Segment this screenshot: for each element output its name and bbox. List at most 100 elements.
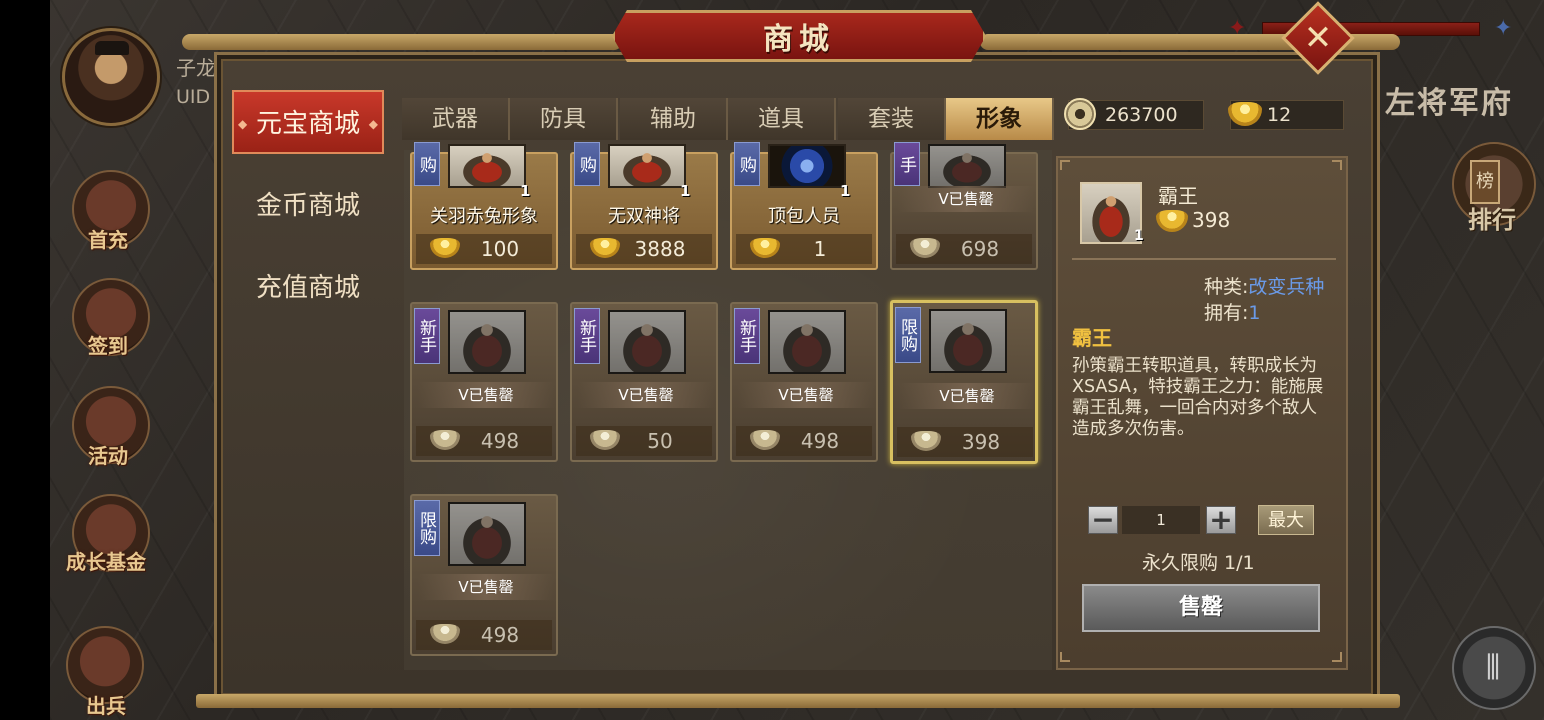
item-portrait [448,310,526,374]
butterfly-blue-icon: ✦ [1494,16,1513,41]
item-price: 398 [897,427,1033,457]
detail-type-row: 种类:改变兵种 [1204,272,1324,299]
detail-title: 霸王 [1072,326,1112,350]
item-price: 498 [416,620,552,650]
quantity-minus-button[interactable]: − [1088,506,1118,534]
store-nav-coin-mall[interactable]: 金币商城 [232,174,384,238]
ingot-icon [750,238,780,258]
item-card[interactable]: 购 1 关羽赤兔形象 100 [410,142,558,270]
item-card[interactable]: 手 V已售罄 698 [890,142,1038,270]
dispatch-label: 出兵 [86,694,126,718]
detail-type-label: 种类: [1204,276,1249,298]
item-card[interactable]: 购 1 顶包人员 1 [730,142,878,270]
ranking-icon: 榜 [1470,160,1500,204]
detail-type-value: 改变兵种 [1248,276,1325,298]
tab-suit[interactable]: 套装 [838,98,946,140]
item-tag: 新手 [734,308,760,364]
item-card[interactable]: 新手 V已售罄 498 [410,302,558,462]
player-avatar[interactable] [62,28,160,126]
panel-bottom-border [196,694,1400,708]
item-tag: 新手 [574,308,600,364]
item-price-value: 100 [480,237,520,261]
ingot-icon [430,430,460,450]
item-price: 100 [416,234,552,264]
item-price: 3888 [576,234,712,264]
first-recharge-label: 首充 [88,228,128,252]
item-price: 50 [576,426,712,456]
detail-item-qty: 1 [1134,228,1144,244]
item-portrait [608,310,686,374]
tab-weapon[interactable]: 武器 [402,98,510,140]
player-name: 子龙 [176,56,216,80]
sold-out-banner: V已售罄 [738,382,874,408]
item-portrait [448,144,526,188]
item-name: 关羽赤兔形象 [430,206,538,227]
item-portrait [929,309,1007,373]
ingot-icon [590,238,620,258]
tab-armor[interactable]: 防具 [510,98,618,140]
item-qty: 1 [840,182,851,200]
store-nav-ingot-mall[interactable]: 元宝商城 [232,90,384,156]
item-qty: 1 [680,182,691,200]
item-card[interactable]: 限购 V已售罄 498 [410,494,558,656]
sign-in-label: 签到 [88,334,128,358]
ranking-label: 排行 [1468,206,1516,234]
page-title: 商城 [763,22,835,57]
item-portrait [928,144,1006,188]
item-price-value: 1 [813,237,827,261]
item-price-value: 398 [961,430,1001,454]
item-tag: 限购 [414,500,440,556]
uid-label: UID [176,86,211,108]
item-price-value: 498 [480,623,520,647]
item-card[interactable]: 新手 V已售罄 498 [730,302,878,462]
tab-appearance[interactable]: 形象 [946,98,1054,140]
sold-out-banner: V已售罄 [418,382,554,408]
item-tag: 限购 [895,307,921,363]
item-portrait [768,144,846,188]
sold-out-button[interactable]: 售罄 [1082,584,1320,632]
left-black-bar [0,0,50,720]
quantity-plus-button[interactable]: + [1206,506,1236,534]
item-tag: 购 [574,142,600,186]
item-card[interactable]: 新手 V已售罄 50 [570,302,718,462]
item-portrait [448,502,526,566]
ingot-icon [910,238,940,258]
activity-label: 活动 [88,444,128,468]
item-qty: 1 [520,182,531,200]
sold-out-banner: V已售罄 [418,574,554,600]
item-tag: 新手 [414,308,440,364]
store-nav-recharge-mall[interactable]: 充值商城 [232,256,384,320]
title-bar-left [182,34,622,50]
tab-props[interactable]: 道具 [728,98,836,140]
tab-accessory[interactable]: 辅助 [620,98,728,140]
divider [1072,258,1336,260]
ingot-icon [430,238,460,258]
main-menu-button[interactable]: ⦀ [1452,626,1536,710]
item-price: 498 [736,426,872,456]
sold-out-banner: V已售罄 [899,383,1035,409]
quantity-max-button[interactable]: 最大 [1258,505,1314,535]
growth-fund-label: 成长基金 [66,550,146,574]
corner-ornament [1332,160,1342,170]
ingot-icon [430,624,460,644]
quantity-input[interactable]: 1 [1122,506,1200,534]
item-card-selected[interactable]: 限购 V已售罄 398 [890,300,1038,464]
item-tag: 手 [894,142,920,186]
item-tag: 购 [414,142,440,186]
ingot-icon [911,431,941,451]
item-price-value: 50 [647,429,673,453]
item-price-value: 698 [960,237,1000,261]
detail-item-portrait [1080,182,1142,244]
item-price-value: 498 [800,429,840,453]
coin-icon [1064,98,1096,130]
sold-out-banner: V已售罄 [898,186,1034,212]
corner-ornament [1060,160,1070,170]
item-price: 698 [896,234,1032,264]
item-card[interactable]: 购 1 无双神将 3888 [570,142,718,270]
detail-own-row: 拥有:1 [1204,298,1261,325]
detail-own-label: 拥有: [1204,302,1249,324]
item-portrait [768,310,846,374]
item-portrait [608,144,686,188]
detail-item-price: 398 [1192,208,1231,232]
close-icon[interactable]: ✕ [1292,12,1344,64]
